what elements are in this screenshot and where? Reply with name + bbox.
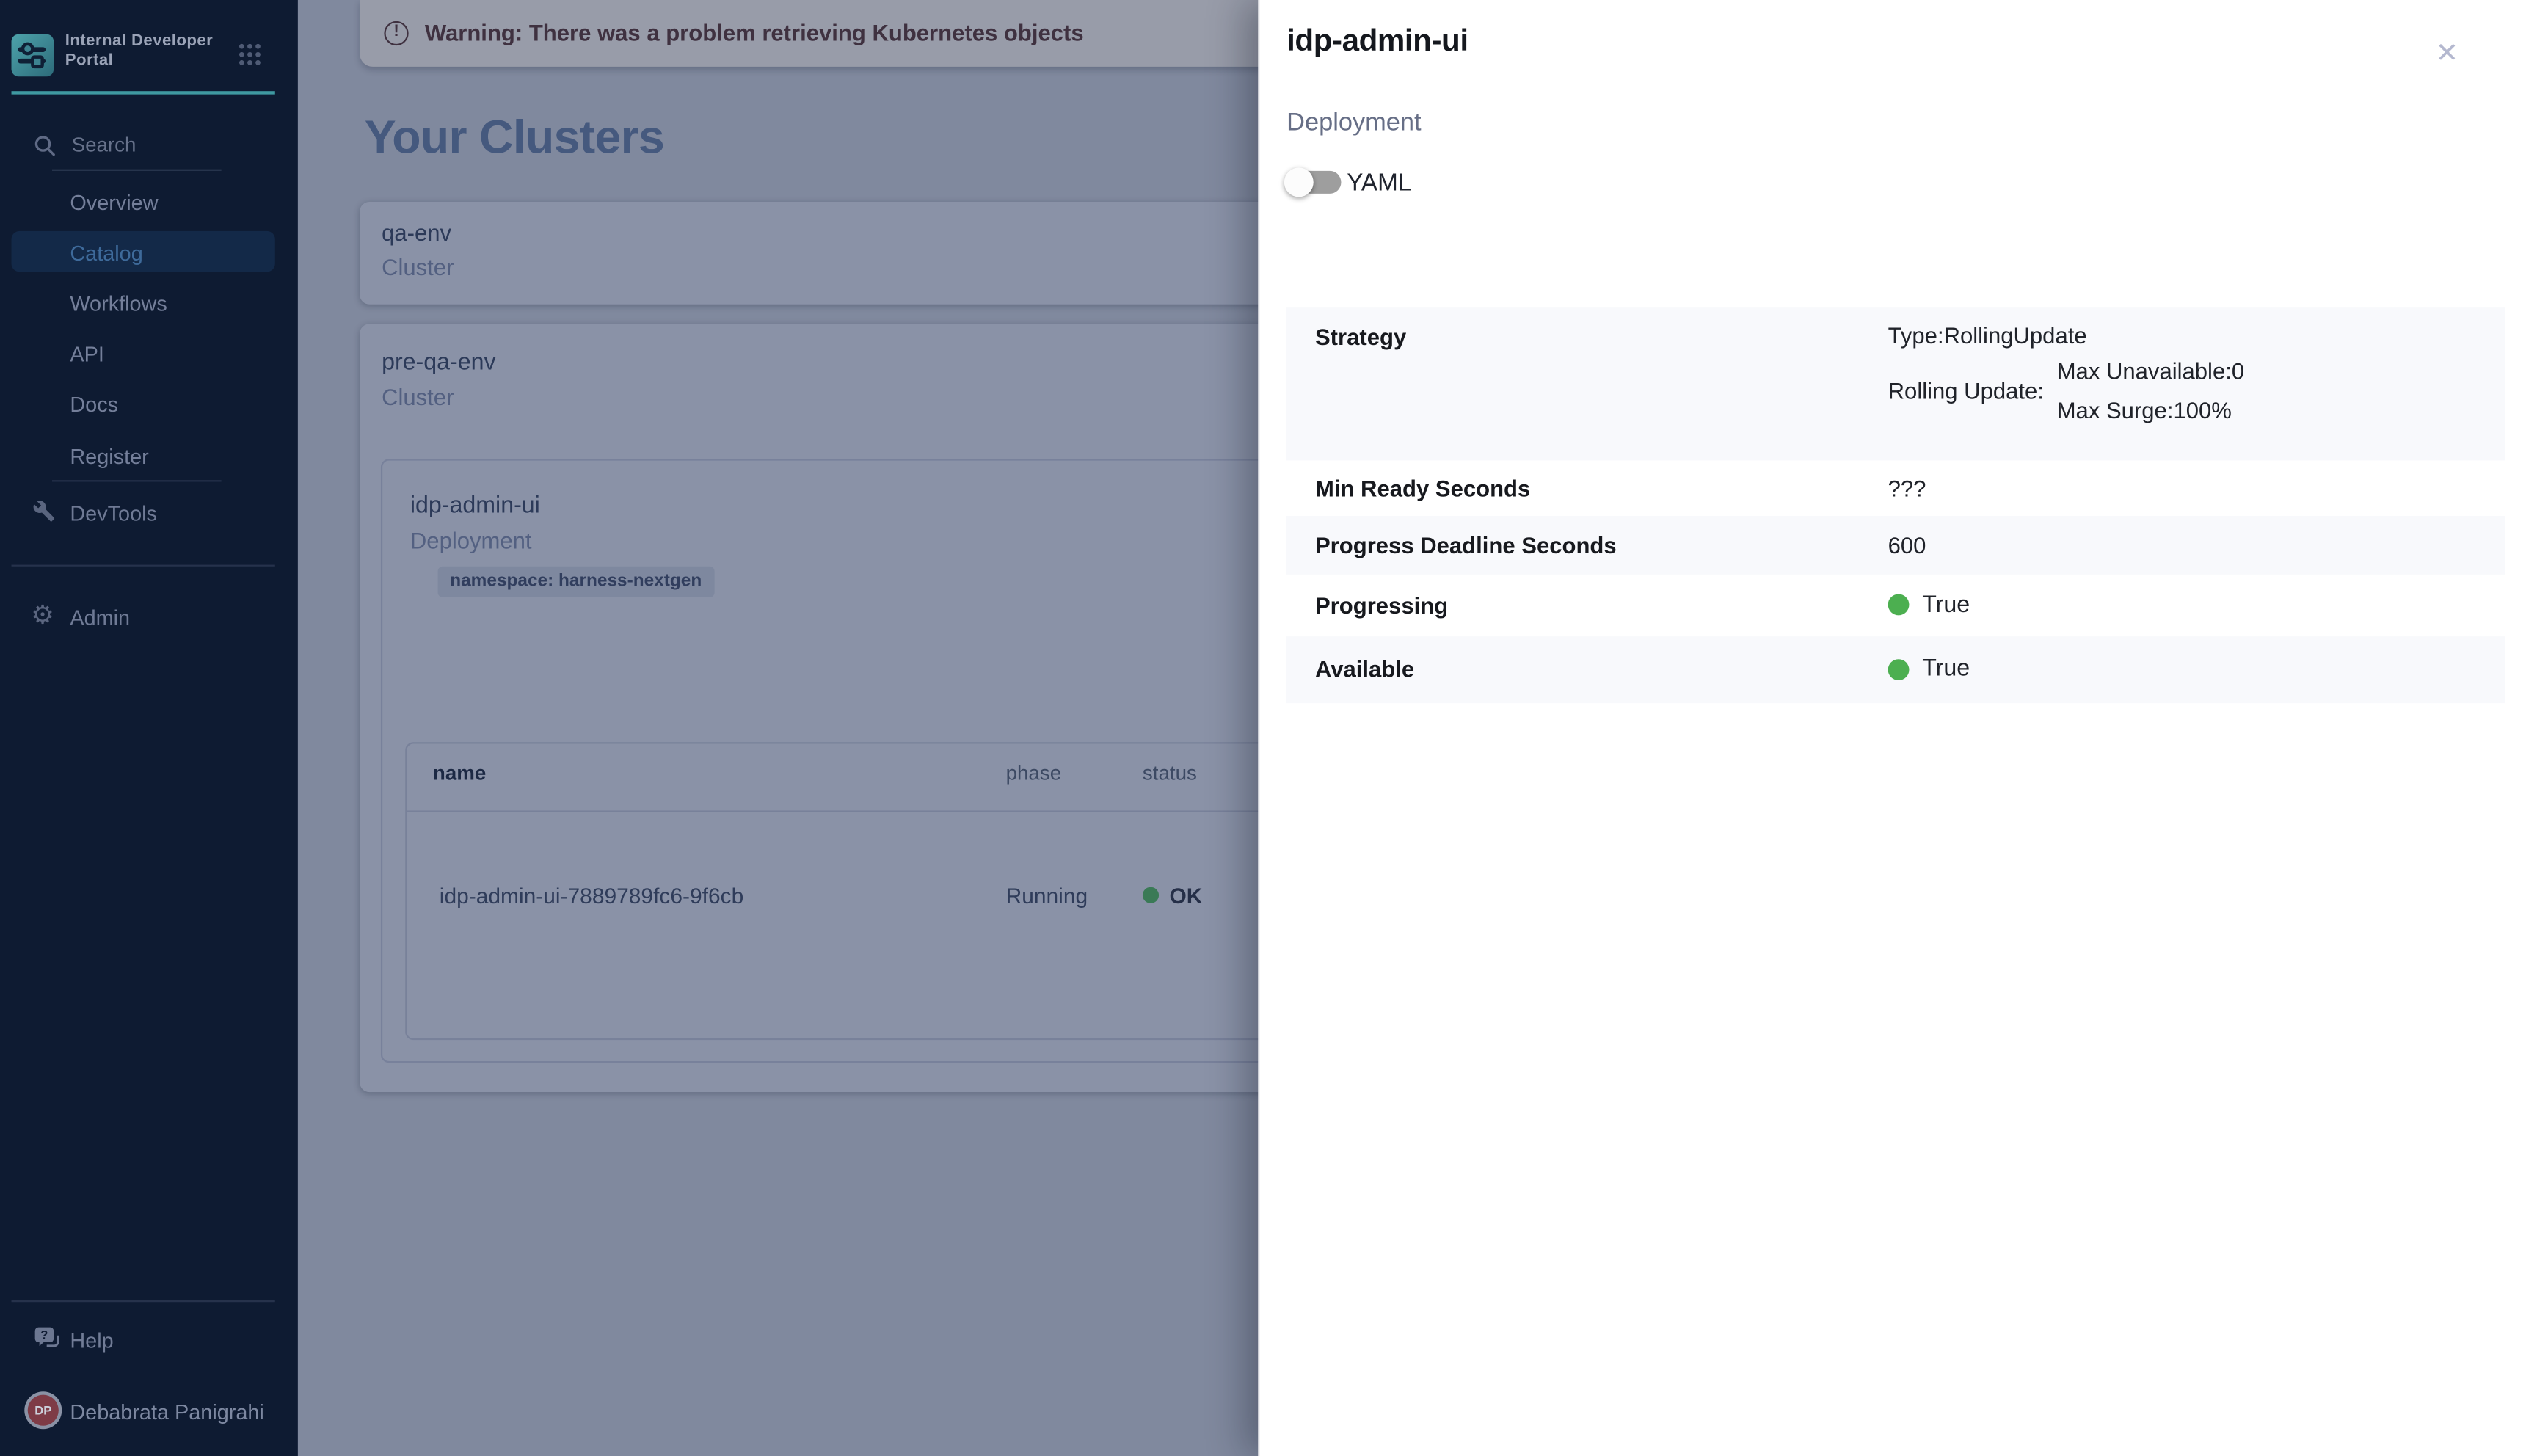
detail-row-progressing: Progressing True: [1286, 574, 2505, 636]
pod-status: OK: [1169, 884, 1202, 908]
detail-row-min-ready: Min Ready Seconds ???: [1286, 461, 2505, 516]
max-surge: Max Surge:100%: [2057, 396, 2244, 422]
sidebar-divider: [52, 480, 222, 481]
yaml-toggle-thumb: [1284, 167, 1314, 197]
gear-icon: ⚙: [31, 603, 54, 628]
detail-label: Min Ready Seconds: [1286, 476, 1888, 501]
cluster-kind: Cluster: [382, 254, 454, 280]
detail-value: ???: [1888, 476, 2505, 501]
sidebar: Internal Developer Portal Search Overvie…: [0, 0, 298, 1456]
brand-title: Internal Developer Portal: [65, 32, 244, 70]
sidebar-divider: [12, 565, 275, 567]
status-dot-green: [1143, 887, 1159, 903]
deployment-name: idp-admin-ui: [410, 493, 540, 519]
warning-icon: !: [384, 21, 408, 45]
sidebar-item-admin[interactable]: Admin: [70, 605, 130, 629]
yaml-toggle[interactable]: [1286, 170, 1340, 194]
apps-grid-icon[interactable]: [239, 44, 261, 65]
help-chat-icon: ?: [34, 1326, 62, 1350]
logo-circle-knob: [21, 43, 34, 56]
details-drawer: idp-admin-ui ✕ Deployment YAML Strategy …: [1257, 0, 2526, 1456]
app-logo-icon: [12, 33, 54, 76]
user-avatar[interactable]: DP: [28, 1394, 59, 1425]
sidebar-item-catalog[interactable]: [12, 231, 275, 272]
sidebar-item-docs[interactable]: Docs: [70, 391, 118, 415]
search-input[interactable]: Search: [72, 134, 137, 156]
pod-name: idp-admin-ui-7889789fc6-9f6cb: [440, 884, 743, 908]
detail-label: Strategy: [1286, 307, 1888, 460]
sidebar-item-api[interactable]: API: [70, 341, 104, 365]
sidebar-divider: [12, 1300, 275, 1301]
cluster-kind: Cluster: [382, 383, 454, 409]
max-unavailable: Max Unavailable:0: [2057, 357, 2244, 383]
sidebar-item-devtools[interactable]: DevTools: [70, 500, 157, 525]
detail-row-progress-deadline: Progress Deadline Seconds 600: [1286, 516, 2505, 574]
screen: Internal Developer Portal Search Overvie…: [0, 0, 2526, 1456]
detail-label: Available: [1286, 656, 1888, 682]
cluster-name: pre-qa-env: [382, 349, 496, 375]
sidebar-item-workflows[interactable]: Workflows: [70, 291, 167, 316]
cluster-name: qa-env: [382, 219, 451, 245]
strategy-type: Type:RollingUpdate: [1888, 322, 2505, 348]
detail-row-strategy: Strategy Type:RollingUpdate Rolling Upda…: [1286, 307, 2505, 460]
sidebar-accent-divider: [12, 91, 275, 93]
wrench-icon: [32, 500, 55, 523]
detail-value: True: [1922, 592, 1970, 618]
rolling-update-label: Rolling Update:: [1888, 376, 2044, 402]
close-icon[interactable]: ✕: [2428, 34, 2467, 73]
logo-square-knob: [31, 54, 44, 68]
deployment-kind: Deployment: [410, 528, 532, 553]
namespace-chip: namespace: harness-nextgen: [437, 566, 715, 597]
yaml-toggle-label: YAML: [1347, 169, 1411, 197]
column-header-name[interactable]: name: [433, 761, 486, 784]
search-underline: [52, 169, 222, 170]
detail-label: Progressing: [1286, 592, 1888, 618]
sidebar-item-catalog-label[interactable]: Catalog: [70, 241, 142, 265]
page-title: Your Clusters: [365, 112, 664, 166]
detail-value: 600: [1888, 532, 2505, 558]
svg-text:?: ?: [40, 1328, 48, 1342]
drawer-subtitle: Deployment: [1286, 108, 1421, 137]
sidebar-item-overview[interactable]: Overview: [70, 189, 158, 214]
pod-phase: Running: [1006, 884, 1088, 908]
drawer-title: idp-admin-ui: [1286, 24, 1468, 60]
user-name[interactable]: Debabrata Panigrahi: [70, 1399, 263, 1423]
sidebar-item-register[interactable]: Register: [70, 443, 148, 467]
column-header-phase[interactable]: phase: [1006, 761, 1062, 784]
sidebar-item-help[interactable]: Help: [70, 1328, 113, 1353]
column-header-status[interactable]: status: [1143, 761, 1197, 784]
detail-row-available: Available True: [1286, 636, 2505, 702]
status-dot-green: [1888, 659, 1910, 680]
status-dot-green: [1888, 594, 1910, 616]
detail-label: Progress Deadline Seconds: [1286, 532, 1888, 558]
detail-value: True: [1922, 656, 1970, 682]
warning-banner-text: Warning: There was a problem retrieving …: [425, 20, 1084, 46]
search-icon: [34, 134, 56, 156]
